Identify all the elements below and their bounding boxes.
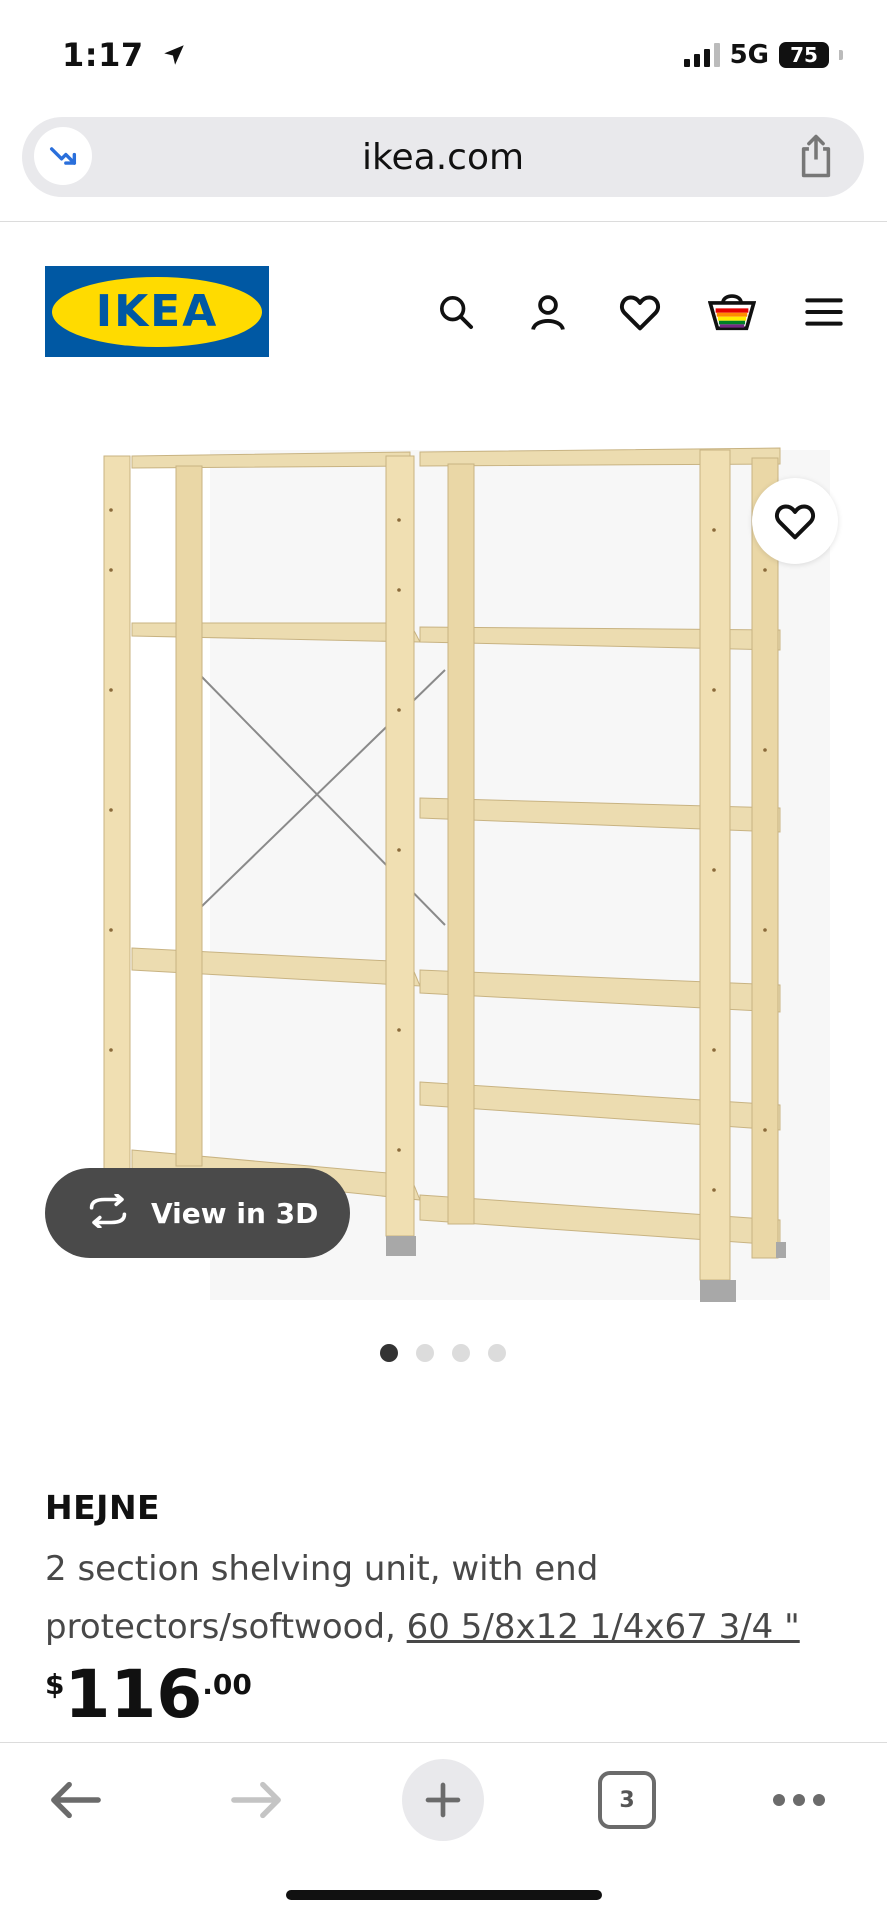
price-integer: 116	[64, 1656, 203, 1733]
save-favorite-button[interactable]	[752, 478, 838, 564]
account-icon[interactable]	[522, 288, 574, 336]
status-bar: 1:17 5G 75	[0, 0, 887, 110]
status-indicators: 5G 75	[683, 40, 843, 70]
view-in-3d-label: View in 3D	[151, 1196, 319, 1230]
tab-count: 3	[619, 1787, 635, 1813]
signal-icon	[683, 43, 720, 67]
battery-cap	[839, 50, 843, 60]
url-text[interactable]: ikea.com	[22, 137, 864, 178]
menu-icon[interactable]	[798, 288, 850, 336]
new-tab-button[interactable]	[402, 1759, 484, 1841]
heart-icon	[775, 504, 815, 540]
battery-icon: 75	[779, 42, 829, 68]
price-decimal: .00	[202, 1668, 252, 1701]
view-in-3d-button[interactable]: View in 3D	[45, 1168, 350, 1258]
tabs-button[interactable]: 3	[598, 1771, 656, 1829]
product-description: 2 section shelving unit, with end protec…	[45, 1540, 865, 1656]
favorites-icon[interactable]	[614, 288, 666, 336]
product-name: HEJNE	[45, 1488, 161, 1527]
logo-oval: IKEA	[52, 276, 262, 347]
status-time: 1:17	[62, 36, 187, 76]
logo-text: IKEA	[95, 286, 219, 337]
gallery-pagination	[380, 1344, 506, 1362]
arrow-left-icon	[51, 1781, 101, 1819]
pagination-dot[interactable]	[380, 1344, 398, 1362]
price-currency: $	[45, 1668, 65, 1701]
header-nav	[430, 288, 850, 336]
product-price: $ 116 .00	[45, 1660, 252, 1730]
cart-icon[interactable]	[706, 288, 758, 336]
share-icon[interactable]	[794, 133, 838, 183]
pagination-dot[interactable]	[452, 1344, 470, 1362]
forward-button[interactable]	[222, 1765, 292, 1835]
search-icon[interactable]	[430, 288, 482, 336]
home-indicator	[286, 1890, 602, 1900]
product-dimensions-link[interactable]: 60 5/8x12 1/4x67 3/4 "	[407, 1607, 800, 1647]
ikea-logo[interactable]: IKEA	[45, 266, 269, 357]
more-button[interactable]	[764, 1765, 834, 1835]
clock: 1:17	[62, 36, 144, 74]
battery-level: 75	[790, 43, 818, 67]
rotate-3d-icon	[85, 1192, 131, 1232]
divider	[0, 221, 887, 222]
location-arrow-icon	[161, 38, 187, 76]
plus-icon	[425, 1782, 461, 1818]
pagination-dot[interactable]	[416, 1344, 434, 1362]
back-button[interactable]	[40, 1765, 110, 1835]
arrow-right-icon	[231, 1781, 281, 1819]
network-type: 5G	[729, 40, 769, 70]
more-dots-icon	[773, 1794, 825, 1806]
pagination-dot[interactable]	[488, 1344, 506, 1362]
address-bar[interactable]: ikea.com	[22, 117, 864, 197]
